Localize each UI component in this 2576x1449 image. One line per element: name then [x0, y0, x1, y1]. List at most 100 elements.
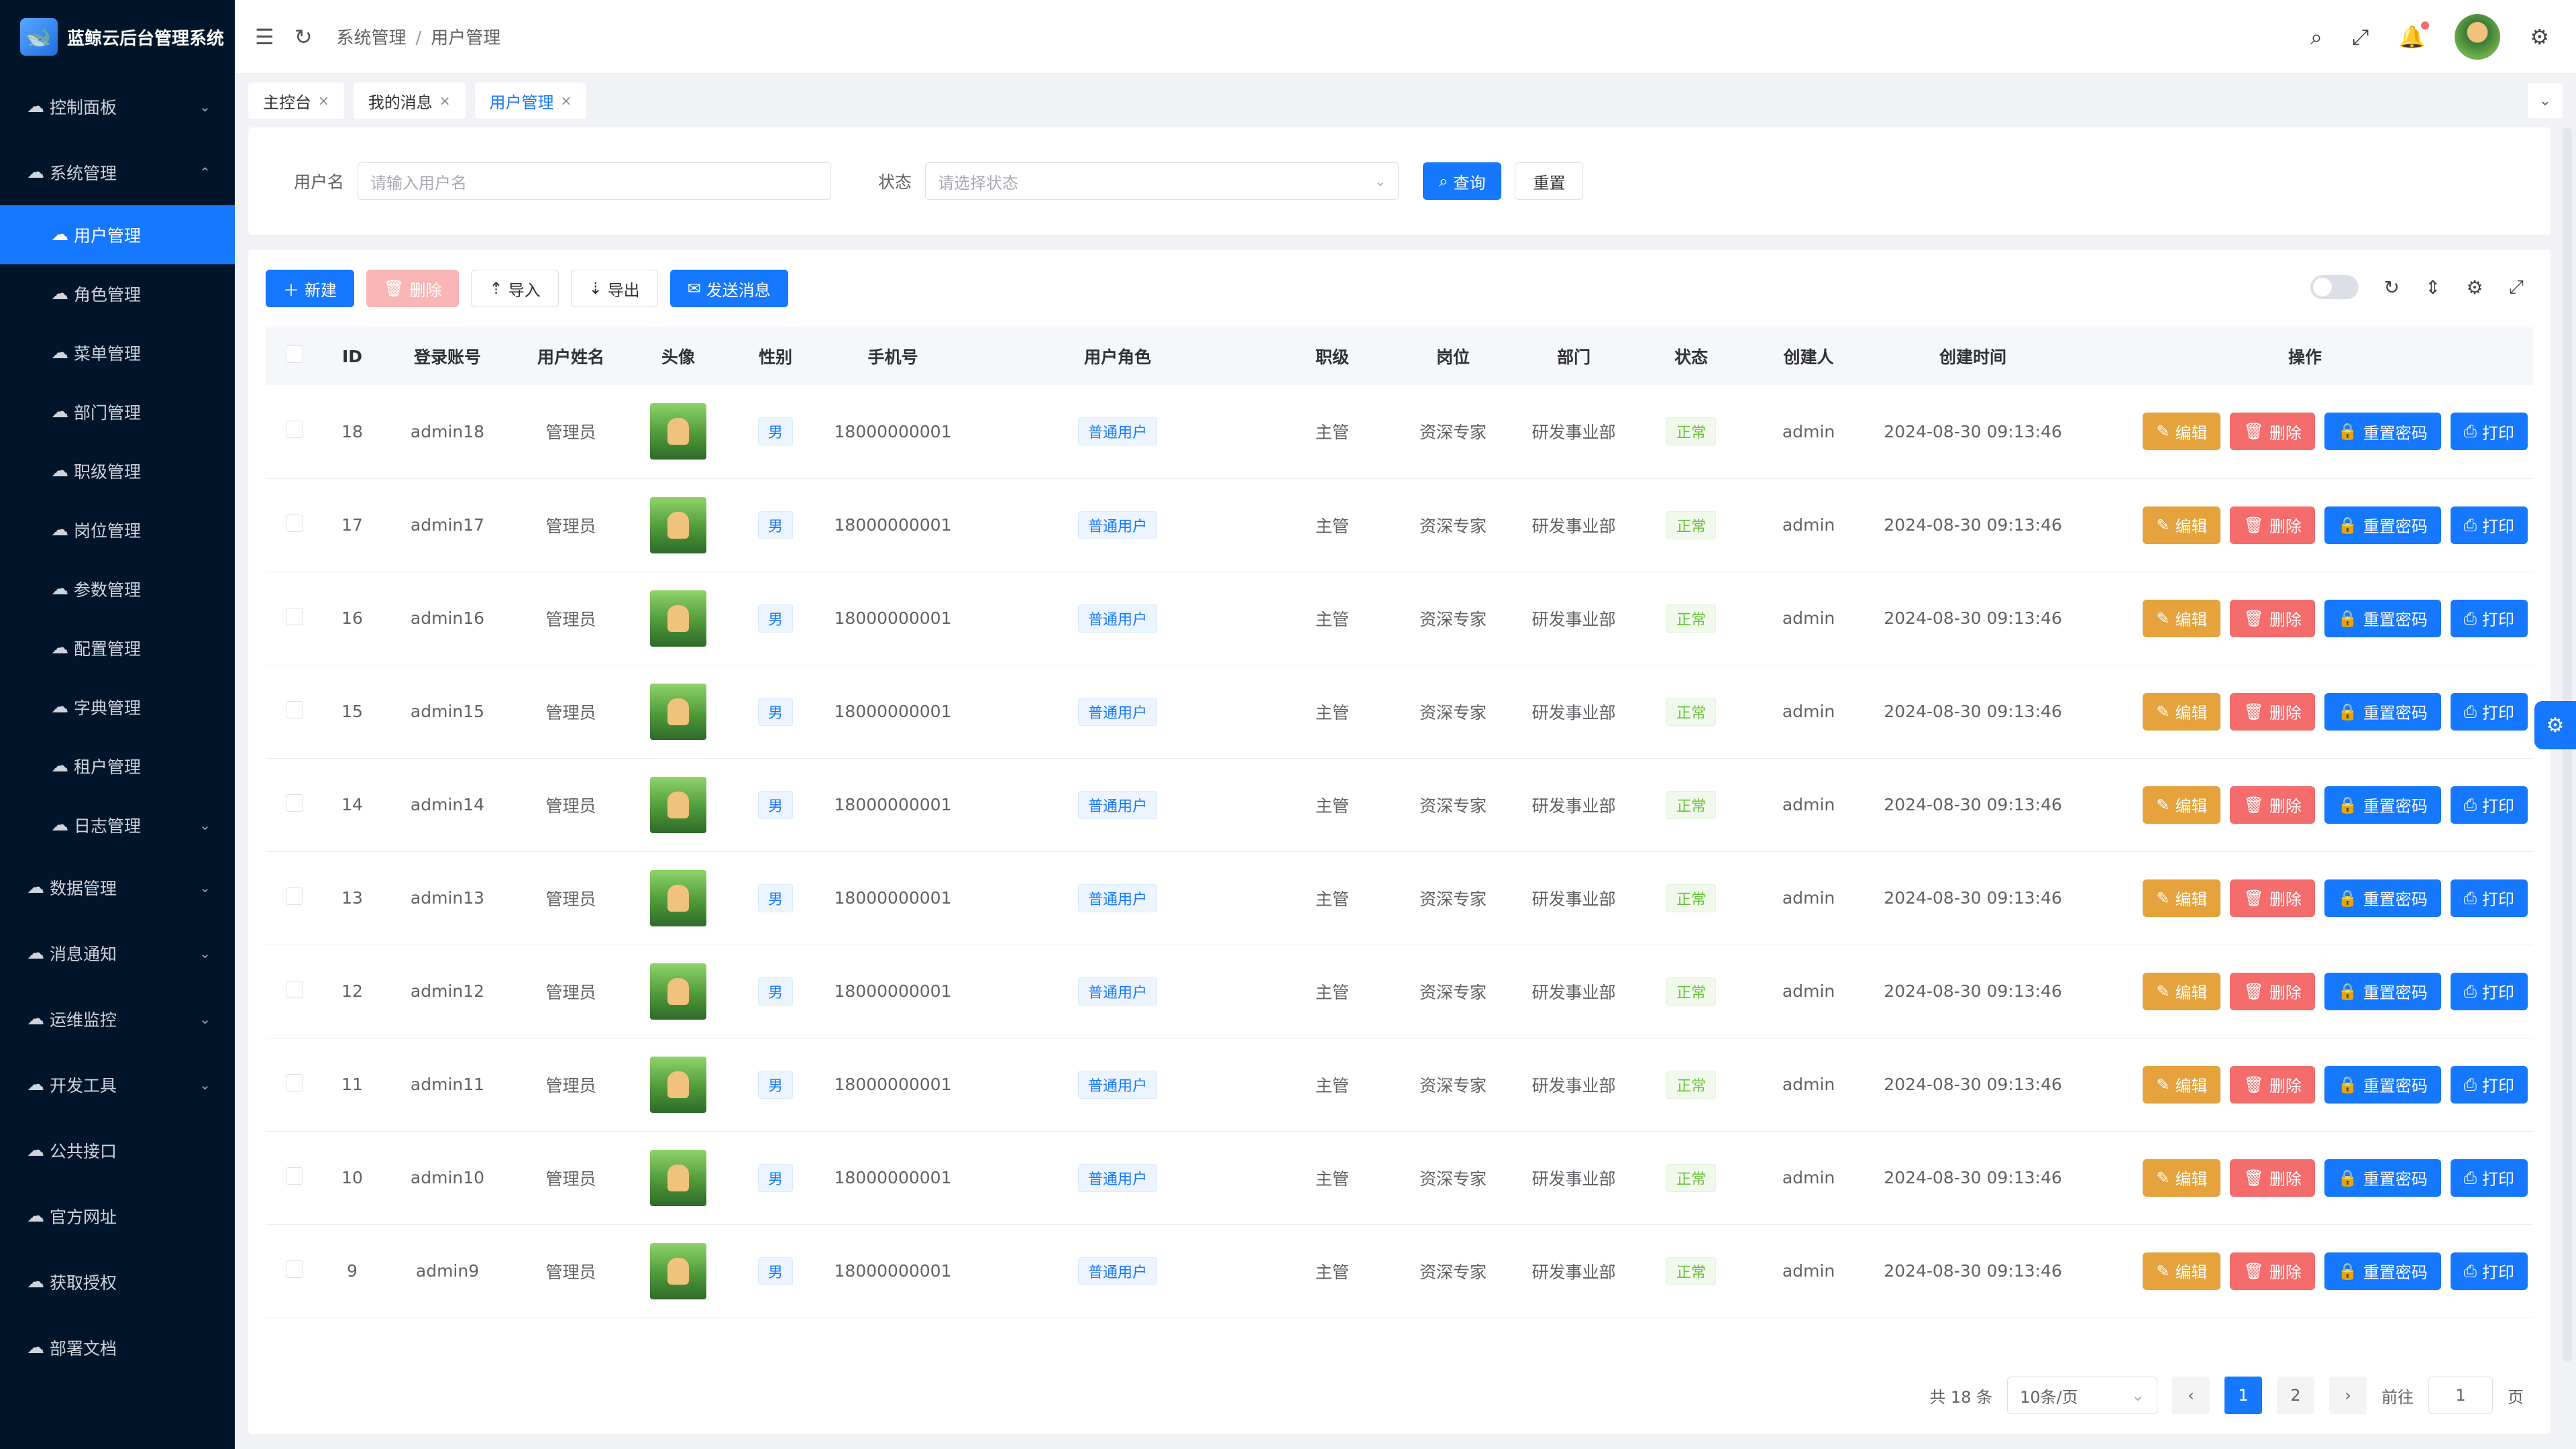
print-button[interactable]: ⎙ 打印 [2450, 786, 2528, 824]
table-row[interactable]: 13 admin13 管理员 男 18000000001 普通用户 主管 资深专家 研发事业部 正… [266, 851, 2533, 945]
row-checkbox[interactable] [286, 421, 303, 439]
column-height-icon[interactable]: ⇕ [2425, 276, 2440, 299]
edit-button[interactable]: ✎ 编辑 [2143, 692, 2221, 731]
print-button[interactable]: ⎙ 打印 [2450, 972, 2528, 1010]
user-avatar[interactable] [650, 869, 706, 926]
reset-password-button[interactable]: 🔒 重置密码 [2324, 879, 2441, 917]
edit-button[interactable]: ✎ 编辑 [2143, 599, 2221, 637]
sidebar-item-messages[interactable]: ☁ 消息通知 ⌄ [0, 920, 235, 986]
sidebar-subitem-params[interactable]: ☁ 参数管理 [0, 559, 235, 619]
edit-button[interactable]: ✎ 编辑 [2143, 1065, 2221, 1104]
user-avatar[interactable] [650, 496, 706, 553]
edit-button[interactable]: ✎ 编辑 [2143, 879, 2221, 917]
user-avatar[interactable] [650, 590, 706, 647]
edit-button[interactable]: ✎ 编辑 [2143, 786, 2221, 824]
edit-button[interactable]: ✎ 编辑 [2143, 506, 2221, 544]
reset-password-button[interactable]: 🔒 重置密码 [2324, 692, 2441, 731]
row-checkbox[interactable] [286, 1073, 303, 1091]
gear-icon[interactable]: ⚙ [2466, 276, 2483, 299]
sidebar-subitem-menus[interactable]: ☁ 菜单管理 [0, 323, 235, 382]
table-row[interactable]: 10 admin10 管理员 男 18000000001 普通用户 主管 资深专家 研发事业部 正… [266, 1131, 2533, 1224]
search-icon[interactable]: ⌕ [2310, 24, 2322, 50]
delete-button[interactable]: 🗑 删除 [2230, 879, 2315, 917]
print-button[interactable]: ⎙ 打印 [2450, 1065, 2528, 1104]
sidebar-item-docs[interactable]: ☁ 部署文档 [0, 1315, 235, 1381]
table-row[interactable]: 9 admin9 管理员 男 18000000001 普通用户 主管 资深专家 研发事业部 正常 a… [266, 1224, 2533, 1318]
table-row[interactable]: 15 admin15 管理员 男 18000000001 普通用户 主管 资深专家 研发事业部 正… [266, 665, 2533, 758]
sidebar-subitem-tenants[interactable]: ☁ 租户管理 [0, 737, 235, 796]
row-checkbox[interactable] [286, 607, 303, 625]
refresh-icon[interactable]: ↻ [2384, 276, 2400, 299]
reset-password-button[interactable]: 🔒 重置密码 [2324, 599, 2441, 637]
reset-password-button[interactable]: 🔒 重置密码 [2324, 1159, 2441, 1197]
gear-icon[interactable]: ⚙ [2530, 24, 2549, 50]
delete-button[interactable]: 🗑 删除 [2230, 692, 2315, 731]
user-avatar[interactable] [650, 963, 706, 1020]
user-avatar[interactable] [650, 776, 706, 833]
sidebar-item-monitor[interactable]: ☁ 运维监控 ⌄ [0, 986, 235, 1052]
table-row[interactable]: 14 admin14 管理员 男 18000000001 普通用户 主管 资深专家 研发事业部 正… [266, 758, 2533, 851]
print-button[interactable]: ⎙ 打印 [2450, 692, 2528, 731]
select-all-checkbox[interactable] [286, 345, 303, 363]
sidebar-item-website[interactable]: ☁ 官方网址 [0, 1183, 235, 1249]
reset-button[interactable]: 重置 [1515, 162, 1584, 200]
sidebar-subitem-dict[interactable]: ☁ 字典管理 [0, 678, 235, 737]
row-checkbox[interactable] [286, 980, 303, 998]
avatar[interactable] [2455, 14, 2501, 60]
next-page-button[interactable]: › [2329, 1377, 2367, 1414]
close-icon[interactable]: × [439, 93, 451, 109]
delete-button[interactable]: 🗑 删除 [2230, 1159, 2315, 1197]
row-checkbox[interactable] [286, 1167, 303, 1185]
reset-password-button[interactable]: 🔒 重置密码 [2324, 506, 2441, 544]
row-checkbox[interactable] [286, 514, 303, 532]
user-avatar[interactable] [650, 1242, 706, 1299]
send-message-button[interactable]: ✉ 发送消息 [669, 270, 788, 307]
sidebar-item-dashboard[interactable]: ☁ 控制面板 ⌄ [0, 74, 235, 140]
sidebar-subitem-roles[interactable]: ☁ 角色管理 [0, 264, 235, 323]
edit-button[interactable]: ✎ 编辑 [2143, 1252, 2221, 1290]
sidebar-item-license[interactable]: ☁ 获取授权 [0, 1249, 235, 1315]
edit-button[interactable]: ✎ 编辑 [2143, 972, 2221, 1010]
close-icon[interactable]: × [561, 93, 572, 109]
refresh-icon[interactable]: ↻ [294, 24, 313, 50]
status-select[interactable]: 请选择状态 ⌄ [925, 162, 1399, 200]
row-checkbox[interactable] [286, 887, 303, 905]
user-avatar[interactable] [650, 403, 706, 460]
delete-button[interactable]: 🗑 删除 [2230, 506, 2315, 544]
reset-password-button[interactable]: 🔒 重置密码 [2324, 1252, 2441, 1290]
breadcrumb-item[interactable]: 系统管理 [337, 28, 407, 48]
edit-button[interactable]: ✎ 编辑 [2143, 413, 2221, 451]
row-checkbox[interactable] [286, 700, 303, 718]
settings-drawer-gear-icon[interactable]: ⚙ [2534, 701, 2576, 749]
table-row[interactable]: 12 admin12 管理员 男 18000000001 普通用户 主管 资深专家 研发事业部 正… [266, 945, 2533, 1038]
print-button[interactable]: ⎙ 打印 [2450, 1252, 2528, 1290]
row-checkbox[interactable] [286, 1260, 303, 1278]
tabs-dropdown-chevron-icon[interactable]: ⌄ [2528, 83, 2563, 118]
page-size-select[interactable]: 10条/页 ⌄ [2007, 1377, 2157, 1414]
edit-button[interactable]: ✎ 编辑 [2143, 1159, 2221, 1197]
print-button[interactable]: ⎙ 打印 [2450, 599, 2528, 637]
fullscreen-icon[interactable]: ⤢ [2352, 24, 2369, 50]
sidebar-item-devtools[interactable]: ☁ 开发工具 ⌄ [0, 1052, 235, 1118]
table-row[interactable]: 16 admin16 管理员 男 18000000001 普通用户 主管 资深专家 研发事业部 正… [266, 572, 2533, 665]
delete-button[interactable]: 🗑 删除 [2230, 786, 2315, 824]
close-icon[interactable]: × [318, 93, 329, 109]
reset-password-button[interactable]: 🔒 重置密码 [2324, 786, 2441, 824]
goto-page-input[interactable]: 1 [2428, 1377, 2493, 1414]
prev-page-button[interactable]: ‹ [2172, 1377, 2210, 1414]
import-button[interactable]: ⇡ 导入 [471, 270, 559, 307]
username-input[interactable]: 请输入用户名 [358, 162, 832, 200]
sidebar-subitem-logs[interactable]: ☁ 日志管理 ⌄ [0, 796, 235, 855]
table-row[interactable]: 18 admin18 管理员 男 18000000001 普通用户 主管 资深专家 研发事业部 正… [266, 385, 2533, 478]
reset-password-button[interactable]: 🔒 重置密码 [2324, 413, 2441, 451]
sidebar-item-public-api[interactable]: ☁ 公共接口 [0, 1118, 235, 1183]
print-button[interactable]: ⎙ 打印 [2450, 879, 2528, 917]
menu-fold-icon[interactable]: ☰ [255, 24, 274, 50]
delete-button[interactable]: 🗑 删除 [2230, 599, 2315, 637]
page-button[interactable]: 2 [2277, 1377, 2314, 1414]
delete-button[interactable]: 🗑 删除 [2230, 1252, 2315, 1290]
sidebar-subitem-ranks[interactable]: ☁ 职级管理 [0, 441, 235, 500]
delete-button[interactable]: 🗑 删除 [2230, 972, 2315, 1010]
fullscreen-icon[interactable]: ⤢ [2509, 276, 2524, 299]
tab-messages[interactable]: 我的消息 × [353, 83, 466, 119]
